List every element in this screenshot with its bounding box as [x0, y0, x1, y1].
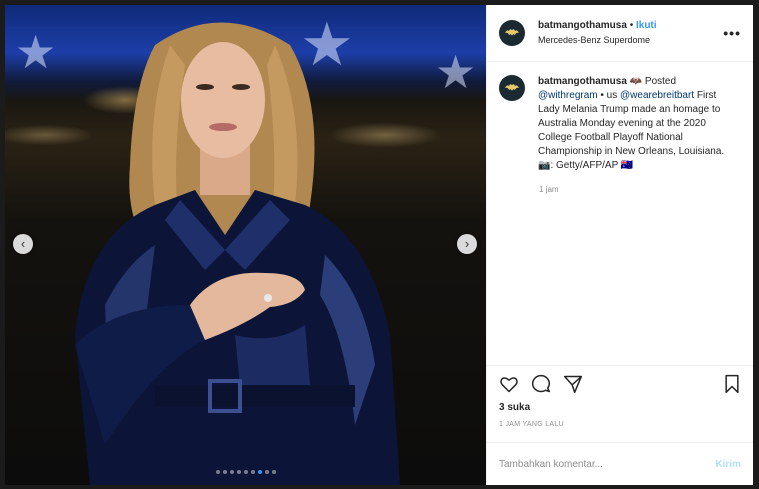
caption-text: batmangothamusa 🦇 Posted @withregram • u… [538, 75, 728, 173]
post-header: batmangothamusa • Ikuti Mercedes-Benz Su… [487, 5, 753, 62]
share-icon[interactable] [563, 374, 583, 394]
carousel-dot [271, 470, 276, 474]
bookmark-icon[interactable] [723, 374, 741, 394]
caption-username[interactable]: batmangothamusa [538, 76, 627, 87]
action-bar [487, 366, 753, 402]
post-modal: ★ ★ ★ ‹ › batmangothamusa • Ikuti Merced… [0, 0, 759, 489]
carousel-next-button[interactable]: › [457, 234, 477, 254]
caption: batmangothamusa 🦇 Posted @withregram • u… [499, 75, 741, 173]
carousel-dot [229, 470, 234, 474]
carousel-indicator [5, 470, 486, 474]
carousel-prev-button[interactable]: ‹ [13, 234, 33, 254]
carousel-dot [236, 470, 241, 474]
follow-button[interactable]: Ikuti [636, 20, 657, 31]
header-username[interactable]: batmangothamusa [538, 20, 627, 31]
action-section: 3 suka 1 JAM YANG LALU [487, 365, 753, 444]
carousel-dot [250, 470, 255, 474]
mention-link[interactable]: @withregram [538, 90, 598, 101]
post-timestamp: 1 JAM YANG LALU [499, 421, 564, 428]
carousel-dot [264, 470, 269, 474]
comments-area: batmangothamusa 🦇 Posted @withregram • u… [499, 75, 741, 194]
post-photo: ★ ★ ★ ‹ › [5, 5, 486, 485]
mention-link[interactable]: @wearebreitbart [620, 90, 694, 101]
carousel-dot [243, 470, 248, 474]
comment-timestamp: 1 jam [539, 185, 559, 194]
bat-avatar-icon[interactable] [499, 75, 525, 101]
post-sidebar: batmangothamusa • Ikuti Mercedes-Benz Su… [486, 5, 753, 485]
separator-dot: • [629, 20, 634, 31]
post-comment-button[interactable]: Kirim [715, 459, 741, 470]
location-link[interactable]: Mercedes-Benz Superdome [538, 33, 657, 47]
carousel-dot [222, 470, 227, 474]
caption-part: 🦇 Posted [626, 76, 677, 87]
comment-form: Kirim [487, 442, 753, 485]
heart-icon[interactable] [499, 374, 519, 394]
more-options-icon[interactable]: ••• [723, 25, 741, 41]
comment-input[interactable] [499, 458, 716, 470]
carousel-dot [257, 470, 262, 474]
carousel-dot [215, 470, 220, 474]
caption-body: First Lady Melania Trump made an homage … [538, 90, 725, 171]
bat-avatar-icon[interactable] [499, 20, 525, 46]
caption-part: • us [597, 90, 621, 101]
comment-icon[interactable] [531, 374, 551, 394]
photo-subject [75, 22, 400, 485]
likes-count[interactable]: 3 suka [487, 402, 753, 413]
